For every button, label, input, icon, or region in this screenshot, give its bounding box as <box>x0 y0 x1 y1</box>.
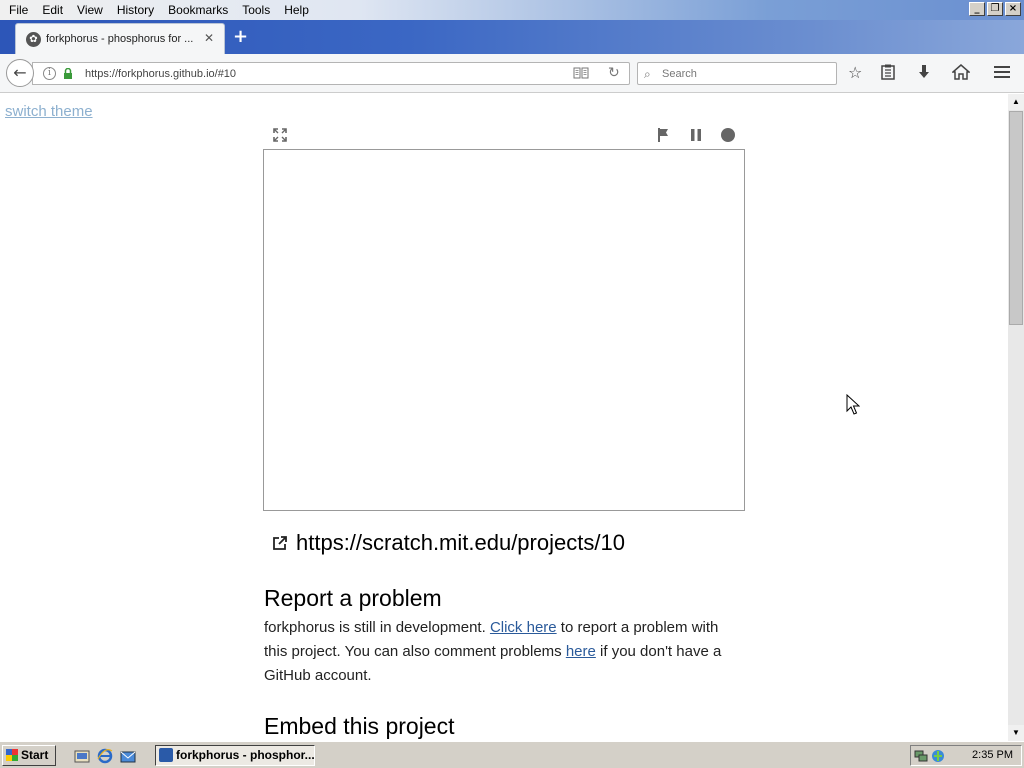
download-icon[interactable] <box>916 64 932 84</box>
back-button[interactable]: ← <box>6 59 34 87</box>
network-icon[interactable] <box>914 749 928 763</box>
click-here-link[interactable]: Click here <box>490 619 557 636</box>
clock[interactable]: 2:35 PM <box>972 749 1013 761</box>
scrollbar-thumb[interactable] <box>1009 111 1023 325</box>
lock-icon <box>64 68 72 79</box>
reader-view-icon[interactable] <box>573 67 589 82</box>
close-window-button[interactable]: × <box>1005 2 1021 16</box>
here-link[interactable]: here <box>566 643 596 660</box>
restore-button[interactable]: ❐ <box>987 2 1003 16</box>
menu-history[interactable]: History <box>110 3 161 17</box>
embed-heading: Embed this project <box>264 713 455 739</box>
minimize-button[interactable]: _ <box>969 2 985 16</box>
firefox-icon <box>159 748 173 762</box>
new-tab-button[interactable]: + <box>233 28 248 46</box>
search-placeholder: Search <box>662 68 697 80</box>
green-flag-icon[interactable] <box>656 127 672 143</box>
nav-bar: i https://forkphorus.github.io/#10 ↻ ← ⌕… <box>0 54 1024 93</box>
menu-file[interactable]: File <box>2 3 35 17</box>
title-bar: File Edit View History Bookmarks Tools H… <box>0 0 1024 20</box>
reading-list-icon[interactable] <box>880 64 896 84</box>
window-controls: _ ❐ × <box>969 2 1021 16</box>
menu-view[interactable]: View <box>70 3 110 17</box>
bookmark-star-icon[interactable]: ☆ <box>848 64 862 82</box>
favicon-icon: ✿ <box>26 32 41 47</box>
menu-bookmarks[interactable]: Bookmarks <box>161 3 235 17</box>
player-controls <box>263 124 745 148</box>
tab-close-icon[interactable]: ✕ <box>204 31 214 45</box>
external-link-icon <box>273 536 287 550</box>
browser-tab[interactable]: ✿ forkphorus - phosphorus for ... ✕ <box>15 23 225 54</box>
start-label: Start <box>21 748 49 762</box>
url-bar[interactable]: i https://forkphorus.github.io/#10 ↻ <box>32 62 630 85</box>
search-icon: ⌕ <box>644 67 651 81</box>
vertical-scrollbar[interactable]: ▲ ▼ <box>1008 94 1024 741</box>
tab-title: forkphorus - phosphorus for ... <box>46 33 194 45</box>
taskbar-window-label: forkphorus - phosphor... <box>176 748 315 762</box>
project-link[interactable]: https://scratch.mit.edu/projects/10 <box>296 530 625 556</box>
system-tray: 2:35 PM <box>910 745 1022 766</box>
report-heading: Report a problem <box>264 585 442 611</box>
url-text[interactable]: https://forkphorus.github.io/#10 <box>85 68 236 80</box>
reload-icon[interactable]: ↻ <box>608 65 620 81</box>
outlook-express-icon[interactable] <box>120 748 136 764</box>
mouse-cursor-icon <box>846 394 860 415</box>
page-content: switch theme https://scratch.mit.edu/pro… <box>0 94 1008 741</box>
tab-strip: ✿ forkphorus - phosphorus for ... ✕ + <box>0 20 1024 54</box>
switch-theme-link[interactable]: switch theme <box>5 103 93 120</box>
project-link-row: https://scratch.mit.edu/projects/10 <box>272 530 625 556</box>
volume-icon[interactable] <box>931 749 945 763</box>
project-stage[interactable] <box>263 149 745 511</box>
fullscreen-icon[interactable] <box>272 127 288 143</box>
scroll-up-arrow-icon[interactable]: ▲ <box>1008 94 1024 110</box>
menu-edit[interactable]: Edit <box>35 3 70 17</box>
show-desktop-icon[interactable] <box>74 748 90 764</box>
taskbar-window-button[interactable]: forkphorus - phosphor... <box>155 745 315 766</box>
internet-explorer-icon[interactable] <box>97 748 113 764</box>
pause-icon[interactable] <box>688 127 704 143</box>
report-paragraph: forkphorus is still in development. Clic… <box>264 616 744 688</box>
taskbar: Start forkphorus - phosphor... 2:35 PM <box>0 741 1024 768</box>
start-button[interactable]: Start <box>2 745 56 766</box>
windows-logo-icon <box>6 749 18 761</box>
stop-icon[interactable] <box>720 127 736 143</box>
scroll-down-arrow-icon[interactable]: ▼ <box>1008 725 1024 741</box>
info-icon[interactable]: i <box>43 67 56 80</box>
report-text-1: forkphorus is still in development. <box>264 619 490 636</box>
menu-tools[interactable]: Tools <box>235 3 277 17</box>
home-icon[interactable] <box>951 64 971 84</box>
hamburger-menu-icon[interactable] <box>993 64 1011 84</box>
search-bar[interactable]: ⌕ Search <box>637 62 837 85</box>
menu-help[interactable]: Help <box>277 3 316 17</box>
menu-bar: File Edit View History Bookmarks Tools H… <box>2 3 316 17</box>
